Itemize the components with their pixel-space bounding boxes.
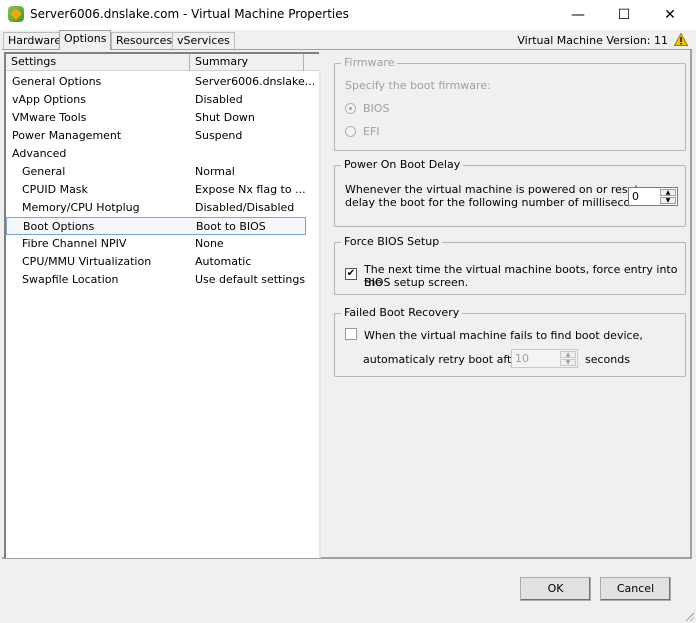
- settings-row-vapp-options[interactable]: vApp Options Disabled: [6, 91, 306, 109]
- column-header-settings[interactable]: Settings: [6, 54, 190, 71]
- setting-summary: Disabled: [195, 93, 243, 106]
- boot-delay-text-2: delay the boot for the following number …: [345, 196, 654, 209]
- setting-name: General Options: [12, 75, 102, 88]
- firmware-legend: Firmware: [341, 56, 398, 70]
- tab-resources[interactable]: Resources: [111, 32, 178, 50]
- efi-label: EFI: [363, 125, 380, 138]
- settings-list[interactable]: Settings Summary General Options Server60…: [4, 52, 321, 558]
- vsphere-app-icon: [8, 6, 24, 22]
- setting-name: CPU/MMU Virtualization: [22, 255, 152, 268]
- list-right-edge: [319, 71, 321, 558]
- settings-row-boot-options[interactable]: Boot Options Boot to BIOS: [6, 217, 306, 235]
- setting-summary: Normal: [195, 165, 235, 178]
- boot-delay-legend: Power On Boot Delay: [341, 158, 464, 172]
- settings-row-general-options[interactable]: General Options Server6006.dnslake...: [6, 73, 315, 91]
- tab-vservices[interactable]: vServices: [172, 32, 235, 50]
- setting-name: vApp Options: [12, 93, 86, 106]
- window-title: Server6006.dnslake.com - Virtual Machine…: [30, 7, 349, 21]
- retry-label: automaticaly retry boot after: [363, 353, 523, 366]
- maximize-button[interactable]: ☐: [601, 0, 647, 30]
- settings-row-cpuid-mask[interactable]: CPUID Mask Expose Nx flag to ...: [6, 181, 306, 199]
- list-header: Settings Summary: [6, 54, 319, 71]
- setting-name: Swapfile Location: [22, 273, 119, 286]
- force-bios-group: Force BIOS Setup ✔ The next time the vir…: [334, 235, 686, 295]
- spin-down-icon[interactable]: ▼: [660, 197, 676, 204]
- setting-summary: Automatic: [195, 255, 252, 268]
- setting-summary: Boot to BIOS: [196, 220, 266, 233]
- setting-summary: Shut Down: [195, 111, 255, 124]
- settings-row-power-management[interactable]: Power Management Suspend: [6, 127, 306, 145]
- failed-boot-group: Failed Boot Recovery When the virtual ma…: [334, 306, 686, 377]
- settings-row-swapfile-location[interactable]: Swapfile Location Use default settings: [6, 271, 306, 289]
- bios-radio[interactable]: [345, 103, 356, 114]
- boot-delay-spinner[interactable]: 0 ▲ ▼: [628, 187, 678, 206]
- setting-summary: Disabled/Disabled: [195, 201, 295, 214]
- retry-seconds-value[interactable]: 10: [515, 352, 529, 365]
- setting-name: Advanced: [12, 147, 67, 160]
- spin-up-icon[interactable]: ▲: [660, 189, 676, 196]
- failed-boot-text: When the virtual machine fails to find b…: [364, 329, 643, 342]
- settings-row-vmware-tools[interactable]: VMware Tools Shut Down: [6, 109, 306, 127]
- boot-delay-value[interactable]: 0: [632, 190, 639, 203]
- tab-options[interactable]: Options: [59, 30, 112, 50]
- setting-name: Power Management: [12, 129, 122, 142]
- spin-up-icon[interactable]: ▲: [560, 351, 576, 358]
- settings-row-fibre-channel-npiv[interactable]: Fibre Channel NPIV None: [6, 235, 306, 253]
- boot-delay-text-1: Whenever the virtual machine is powered …: [345, 183, 643, 196]
- boot-delay-group: Power On Boot Delay Whenever the virtual…: [334, 158, 686, 227]
- failed-boot-checkbox[interactable]: [345, 328, 357, 340]
- cancel-button[interactable]: Cancel: [600, 577, 671, 601]
- settings-row-general[interactable]: General Normal: [6, 163, 306, 181]
- seconds-label: seconds: [585, 353, 630, 366]
- title-bar: Server6006.dnslake.com - Virtual Machine…: [0, 0, 696, 30]
- setting-summary: None: [195, 237, 224, 250]
- resize-grip[interactable]: [684, 611, 694, 621]
- setting-summary: Server6006.dnslake...: [195, 75, 316, 88]
- force-bios-checkbox[interactable]: ✔: [345, 268, 357, 280]
- efi-radio[interactable]: [345, 126, 356, 137]
- failed-boot-legend: Failed Boot Recovery: [341, 306, 463, 320]
- force-bios-text-2: BIOS setup screen.: [364, 276, 469, 289]
- setting-name: General: [22, 165, 66, 178]
- close-button[interactable]: ✕: [647, 0, 693, 30]
- spin-down-icon[interactable]: ▼: [560, 359, 576, 366]
- minimize-button[interactable]: —: [555, 0, 601, 30]
- firmware-group: Firmware Specify the boot firmware: BIOS…: [334, 56, 686, 151]
- setting-summary: Use default settings: [195, 273, 306, 286]
- force-bios-legend: Force BIOS Setup: [341, 235, 443, 249]
- settings-row-memory-cpu-hotplug[interactable]: Memory/CPU Hotplug Disabled/Disabled: [6, 199, 306, 217]
- warning-icon: [674, 33, 688, 46]
- retry-seconds-spinner[interactable]: 10 ▲ ▼: [511, 349, 578, 368]
- bios-label: BIOS: [363, 102, 390, 115]
- ok-button[interactable]: OK: [520, 577, 591, 601]
- settings-row-advanced[interactable]: Advanced: [6, 145, 306, 163]
- firmware-description: Specify the boot firmware:: [345, 79, 491, 92]
- vm-version-label: Virtual Machine Version: 11: [517, 34, 668, 47]
- setting-name: Fibre Channel NPIV: [22, 237, 127, 250]
- settings-row-cpu-mmu-virtualization[interactable]: CPU/MMU Virtualization Automatic: [6, 253, 306, 271]
- setting-name: VMware Tools: [12, 111, 87, 124]
- setting-name: CPUID Mask: [22, 183, 88, 196]
- setting-summary: Expose Nx flag to ...: [195, 183, 306, 196]
- setting-summary: Suspend: [195, 129, 243, 142]
- setting-name: Boot Options: [23, 220, 95, 233]
- column-header-summary[interactable]: Summary: [190, 54, 304, 71]
- tab-hardware[interactable]: Hardware: [3, 32, 67, 50]
- setting-name: Memory/CPU Hotplug: [22, 201, 140, 214]
